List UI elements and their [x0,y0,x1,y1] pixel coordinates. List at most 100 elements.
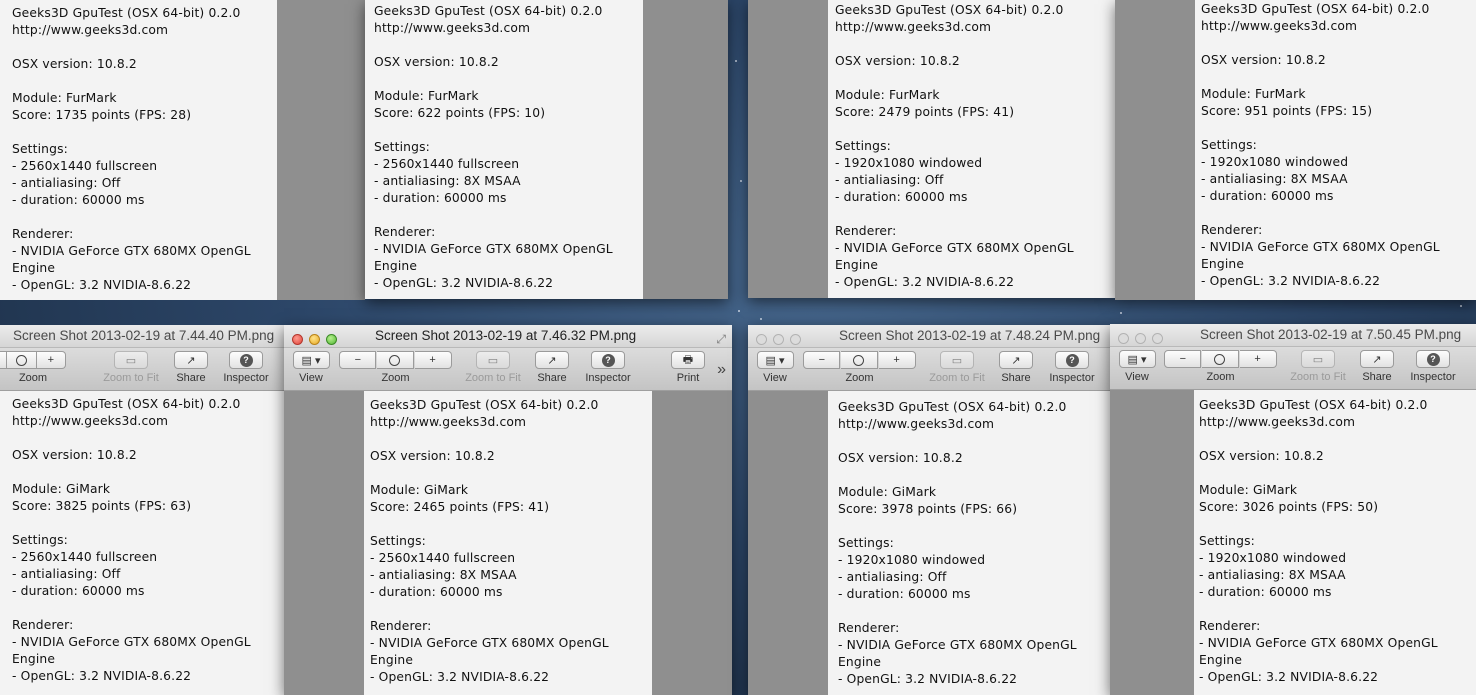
renderer-opengl: - OpenGL: 3.2 NVIDIA-8.6.22 [370,670,550,684]
setting-antialiasing: - antialiasing: 8X MSAA [1199,568,1346,582]
sidebar-view-icon: ▤ ▾ [292,351,330,369]
inspector-button[interactable]: ? Inspector [580,351,636,384]
zoom-out-icon[interactable]: − [803,351,841,369]
zoom-out-icon[interactable]: − [0,351,8,369]
zoom-in-icon[interactable]: + [878,351,916,369]
zoom-control[interactable]: − + Zoom [339,351,452,384]
report-url: http://www.geeks3d.com [1201,19,1358,33]
window-titlebar[interactable]: Screen Shot 2013-02-19 at 7.44.40 PM.png [0,325,285,348]
inspector-icon-frame: ? [591,351,625,369]
view-button[interactable]: ▤ ▾ View [1118,350,1156,383]
window-toolbar: − + Zoom ▭ Zoom to Fit ↗ Share ? Inspect… [0,348,285,391]
zoom-in-icon[interactable]: + [414,351,452,369]
renderer-gpu: - NVIDIA GeForce GTX 680MX OpenGL [1201,240,1440,254]
renderer-engine: Engine [370,653,414,667]
renderer-heading: Renderer: [838,621,900,635]
view-button[interactable]: ▤ ▾ View [292,351,330,384]
minimize-button[interactable] [773,334,784,345]
zoom-window-button[interactable] [1152,333,1163,344]
zoom-label: Zoom [1206,371,1235,383]
toolbar-overflow-icon[interactable]: » [717,361,726,379]
zoom-to-fit-button[interactable]: ▭ Zoom to Fit [98,351,164,384]
report-title: Geeks3D GpuTest (OSX 64-bit) 0.2.0 [1201,2,1430,16]
preview-window-gimark-4: Screen Shot 2013-02-19 at 7.50.45 PM.png… [1110,324,1476,695]
window-titlebar[interactable]: Screen Shot 2013-02-19 at 7.48.24 PM.png [748,325,1110,348]
zoom-in-icon[interactable]: + [1239,350,1277,368]
close-button[interactable] [756,334,767,345]
setting-antialiasing: - antialiasing: Off [12,176,121,190]
zoom-in-icon[interactable]: + [36,351,67,369]
module-name: Module: GiMark [838,485,937,499]
zoom-out-icon[interactable]: − [339,351,377,369]
zoom-control[interactable]: − + Zoom [1164,350,1277,383]
setting-antialiasing: - antialiasing: 8X MSAA [1201,172,1348,186]
star [760,318,762,320]
setting-duration: - duration: 60000 ms [12,584,145,598]
close-button[interactable] [1118,333,1129,344]
settings-heading: Settings: [835,139,891,153]
settings-heading: Settings: [370,534,426,548]
score: Score: 1735 points (FPS: 28) [12,108,192,122]
inspector-button[interactable]: ? Inspector [218,351,274,384]
zoom-window-button[interactable] [790,334,801,345]
settings-heading: Settings: [1201,138,1257,152]
info-icon: ? [1065,353,1079,367]
report-document: Geeks3D GpuTest (OSX 64-bit) 0.2.0 http:… [0,0,277,300]
window-title: Screen Shot 2013-02-19 at 7.50.45 PM.png [1200,327,1462,342]
renderer-opengl: - OpenGL: 3.2 NVIDIA-8.6.22 [374,276,554,290]
actual-size-icon[interactable] [376,351,414,369]
view-button[interactable]: ▤ ▾ View [756,351,794,384]
printer-icon: 🖶 [671,351,705,369]
inspector-icon-frame: ? [1416,350,1450,368]
setting-resolution: - 1920x1080 windowed [1199,551,1347,565]
renderer-heading: Renderer: [12,618,74,632]
zoom-control[interactable]: − + Zoom [803,351,916,384]
zoom-to-fit-button[interactable]: ▭ Zoom to Fit [924,351,990,384]
renderer-gpu: - NVIDIA GeForce GTX 680MX OpenGL [12,635,251,649]
minimize-button[interactable] [1135,333,1146,344]
fullscreen-icon[interactable]: ⤢ [716,328,726,350]
score: Score: 3026 points (FPS: 50) [1199,500,1379,514]
setting-antialiasing: - antialiasing: 8X MSAA [374,174,521,188]
share-button[interactable]: ↗ Share [171,351,211,384]
settings-heading: Settings: [374,140,430,154]
share-button[interactable]: ↗ Share [534,351,570,384]
osx-version: OSX version: 10.8.2 [374,55,499,69]
renderer-engine: Engine [1199,653,1243,667]
window-toolbar: ▤ ▾ View − + Zoom ▭ Zoom to Fit ↗ Share … [1110,347,1476,390]
renderer-gpu: - NVIDIA GeForce GTX 680MX OpenGL [374,242,613,256]
share-icon: ↗ [999,351,1033,369]
actual-size-icon[interactable] [7,351,37,369]
module-name: Module: GiMark [1199,483,1298,497]
print-button[interactable]: 🖶 Print [671,351,705,384]
share-button[interactable]: ↗ Share [1359,350,1395,383]
osx-version: OSX version: 10.8.2 [1201,53,1326,67]
zoom-out-icon[interactable]: − [1164,350,1202,368]
osx-version: OSX version: 10.8.2 [12,57,137,71]
share-button[interactable]: ↗ Share [998,351,1034,384]
setting-resolution: - 1920x1080 windowed [835,156,983,170]
inspector-button[interactable]: ? Inspector [1405,350,1461,383]
close-button[interactable] [292,334,303,345]
document-margin [748,0,828,298]
report-document: Geeks3D GpuTest (OSX 64-bit) 0.2.0 http:… [828,391,1110,695]
report-url: http://www.geeks3d.com [370,415,527,429]
zoom-window-button[interactable] [326,334,337,345]
report-title: Geeks3D GpuTest (OSX 64-bit) 0.2.0 [370,398,599,412]
zoom-control[interactable]: − + Zoom [0,351,67,384]
zoom-label: Zoom [845,372,874,384]
minimize-button[interactable] [309,334,320,345]
renderer-opengl: - OpenGL: 3.2 NVIDIA-8.6.22 [12,278,192,292]
zoom-to-fit-button[interactable]: ▭ Zoom to Fit [460,351,526,384]
window-titlebar[interactable]: Screen Shot 2013-02-19 at 7.46.32 PM.png… [284,325,732,348]
renderer-opengl: - OpenGL: 3.2 NVIDIA-8.6.22 [835,275,1015,289]
actual-size-icon[interactable] [840,351,878,369]
renderer-heading: Renderer: [370,619,432,633]
report-url: http://www.geeks3d.com [1199,415,1356,429]
window-titlebar[interactable]: Screen Shot 2013-02-19 at 7.50.45 PM.png [1110,324,1476,347]
report-url: http://www.geeks3d.com [12,23,169,37]
renderer-opengl: - OpenGL: 3.2 NVIDIA-8.6.22 [838,672,1018,686]
inspector-button[interactable]: ? Inspector [1044,351,1100,384]
actual-size-icon[interactable] [1201,350,1239,368]
zoom-to-fit-button[interactable]: ▭ Zoom to Fit [1285,350,1351,383]
